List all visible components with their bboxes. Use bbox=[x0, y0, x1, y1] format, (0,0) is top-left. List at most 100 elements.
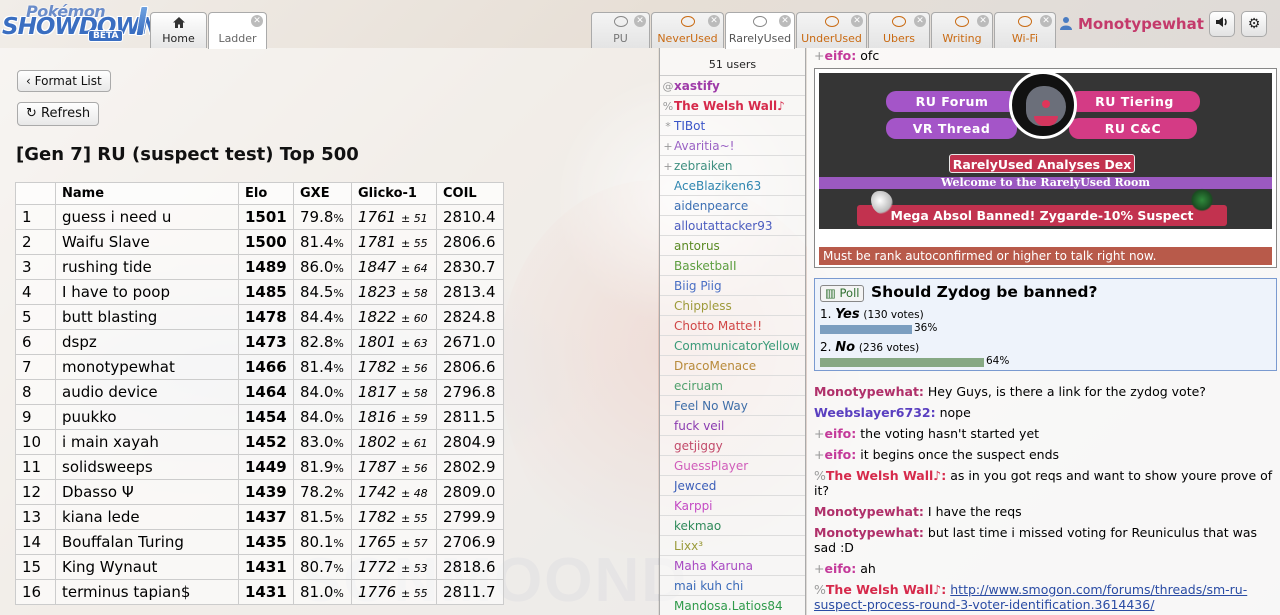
userlist-item[interactable]: %The Welsh Wall♪ bbox=[660, 96, 805, 116]
tab-ladder[interactable]: Ladder ✕ bbox=[208, 12, 267, 49]
player-name-cell[interactable]: solidsweeps bbox=[55, 454, 239, 480]
vr-thread-link[interactable]: VR Thread bbox=[886, 118, 1017, 139]
userlist-item[interactable]: @xastify bbox=[660, 76, 805, 96]
player-name-cell[interactable]: King Wynaut bbox=[55, 554, 239, 580]
chat-username[interactable]: eifo: bbox=[824, 426, 856, 441]
player-name-cell[interactable]: puukko bbox=[55, 404, 239, 430]
userlist-item[interactable]: AceBlaziken63 bbox=[660, 176, 805, 196]
userlist-item[interactable]: Jewced bbox=[660, 476, 805, 496]
userlist-item[interactable]: +zebraiken bbox=[660, 156, 805, 176]
close-icon[interactable]: ✕ bbox=[779, 15, 791, 27]
userlist-item[interactable]: CommunicatorYellow bbox=[660, 336, 805, 356]
player-name-cell[interactable]: dspz bbox=[55, 329, 239, 355]
user-menu[interactable]: Monotypewhat bbox=[1060, 12, 1204, 36]
player-name-cell[interactable]: I have to poop bbox=[55, 279, 239, 305]
player-name-cell[interactable]: terminus tapian$ bbox=[55, 579, 239, 605]
player-name-cell[interactable]: monotypewhat bbox=[55, 354, 239, 380]
column-header-gxe[interactable]: GXE bbox=[293, 182, 352, 205]
userlist-item[interactable]: eciruam bbox=[660, 376, 805, 396]
rank-cell: 5 bbox=[15, 304, 56, 330]
format-list-button[interactable]: ‹ Format List bbox=[17, 70, 111, 92]
userlist-item[interactable]: BasketbaII bbox=[660, 256, 805, 276]
userlist-item[interactable]: kekmao bbox=[660, 516, 805, 536]
ru-forum-link[interactable]: RU Forum bbox=[886, 91, 1018, 112]
ban-announcement[interactable]: Mega Absol Banned! Zygarde-10% Suspect bbox=[857, 205, 1227, 226]
room-banner: RU Forum RU Tiering VR Thread RU C&C Rar… bbox=[814, 68, 1277, 268]
chat-text: the voting hasn't started yet bbox=[860, 426, 1040, 441]
ru-cc-link[interactable]: RU C&C bbox=[1069, 118, 1197, 139]
player-name-cell[interactable]: Dbasso Ψ bbox=[55, 479, 239, 505]
userlist-item[interactable]: +Avaritia~! bbox=[660, 136, 805, 156]
userlist-item[interactable]: GuessPlayer bbox=[660, 456, 805, 476]
column-header-elo[interactable]: Elo bbox=[238, 182, 294, 205]
player-name-cell[interactable]: audio device bbox=[55, 379, 239, 405]
chat-username[interactable]: The Welsh Wall♪: bbox=[826, 468, 946, 483]
coil-cell: 2671.0 bbox=[436, 329, 504, 355]
tab-ubers[interactable]: Ubers ✕ bbox=[868, 12, 930, 48]
userlist-item[interactable]: Biig Piig bbox=[660, 276, 805, 296]
userlist-item[interactable]: fuck veil bbox=[660, 416, 805, 436]
tab-wifi[interactable]: Wi-Fi ✕ bbox=[994, 12, 1056, 48]
coil-cell: 2706.9 bbox=[436, 529, 504, 555]
userlist-item[interactable]: DracoMenace bbox=[660, 356, 805, 376]
close-icon[interactable]: ✕ bbox=[977, 15, 989, 27]
elo-cell: 1431 bbox=[238, 579, 294, 605]
rank-cell: 15 bbox=[15, 554, 56, 580]
coil-cell: 2810.4 bbox=[436, 204, 504, 230]
chat-username[interactable]: Weebslayer6732: bbox=[814, 405, 936, 420]
chat-username[interactable]: eifo: bbox=[824, 447, 856, 462]
userlist-item[interactable]: Lixx³ bbox=[660, 536, 805, 556]
column-header-name[interactable]: Name bbox=[55, 182, 239, 205]
settings-button[interactable]: ⚙ bbox=[1241, 11, 1267, 37]
player-name-cell[interactable]: Waifu Slave bbox=[55, 229, 239, 255]
close-icon[interactable]: ✕ bbox=[1040, 15, 1052, 27]
userlist-item[interactable]: alloutattacker93 bbox=[660, 216, 805, 236]
column-header-glicko[interactable]: Glicko-1 bbox=[351, 182, 437, 205]
player-name-cell[interactable]: Bouffalan Turing bbox=[55, 529, 239, 555]
player-name-cell[interactable]: rushing tide bbox=[55, 254, 239, 280]
userlist-item[interactable]: getjiggy bbox=[660, 436, 805, 456]
userlist-item[interactable]: Chippless bbox=[660, 296, 805, 316]
close-icon[interactable]: ✕ bbox=[708, 15, 720, 27]
chat-username[interactable]: Monotypewhat: bbox=[814, 504, 924, 519]
close-icon[interactable]: ✕ bbox=[634, 15, 646, 27]
close-icon[interactable]: ✕ bbox=[251, 15, 263, 27]
chat-username[interactable]: Monotypewhat: bbox=[814, 384, 924, 399]
userlist-item[interactable]: antorus bbox=[660, 236, 805, 256]
refresh-icon: ↻ bbox=[26, 106, 42, 121]
showdown-logo[interactable]: Pokémon SHOWDOWN BETA bbox=[2, 2, 159, 44]
column-header-coil[interactable]: COIL bbox=[436, 182, 504, 205]
userlist-item[interactable]: Feel No Way bbox=[660, 396, 805, 416]
userlist-item[interactable]: mai kuh chi bbox=[660, 576, 805, 596]
player-name-cell[interactable]: kiana lede bbox=[55, 504, 239, 530]
tab-rarelyused[interactable]: RarelyUsed ✕ bbox=[725, 12, 795, 49]
userlist-item[interactable]: * TIBot bbox=[660, 116, 805, 136]
userlist-item[interactable]: aidenpearce bbox=[660, 196, 805, 216]
userlist-item[interactable]: Karppi bbox=[660, 496, 805, 516]
tab-writing[interactable]: Writing ✕ bbox=[931, 12, 993, 48]
sound-button[interactable] bbox=[1209, 11, 1235, 37]
poll-option-yes[interactable]: 1. Yes (130 votes) bbox=[820, 307, 924, 322]
chat-bubble-icon bbox=[955, 16, 969, 27]
chat-username[interactable]: The Welsh Wall♪: bbox=[826, 582, 946, 597]
tab-neverused[interactable]: NeverUsed ✕ bbox=[651, 12, 724, 48]
ru-tiering-link[interactable]: RU Tiering bbox=[1069, 91, 1200, 112]
tab-pu[interactable]: PU ✕ bbox=[591, 12, 650, 48]
close-icon[interactable]: ✕ bbox=[851, 15, 863, 27]
chat-username[interactable]: eifo: bbox=[824, 48, 856, 63]
player-name-cell[interactable]: guess i need u bbox=[55, 204, 239, 230]
userlist-item[interactable]: Maha Karuna bbox=[660, 556, 805, 576]
poll-option-no[interactable]: 2. No (236 votes) bbox=[820, 340, 919, 355]
tab-home[interactable]: Home bbox=[150, 12, 207, 48]
userlist-item[interactable]: Chotto Matte!! bbox=[660, 316, 805, 336]
analyses-dex-link[interactable]: RarelyUsed Analyses Dex bbox=[949, 154, 1135, 173]
userlist-item[interactable]: Mandosa.Latios84 bbox=[660, 596, 805, 615]
player-name-cell[interactable]: butt blasting bbox=[55, 304, 239, 330]
chat-username[interactable]: eifo: bbox=[824, 561, 856, 576]
player-name-cell[interactable]: i main xayah bbox=[55, 429, 239, 455]
chat-username[interactable]: Monotypewhat: bbox=[814, 525, 924, 540]
tab-underused[interactable]: UnderUsed ✕ bbox=[796, 12, 867, 48]
refresh-button[interactable]: ↻ Refresh bbox=[17, 102, 100, 126]
rank-cell: 14 bbox=[15, 529, 56, 555]
close-icon[interactable]: ✕ bbox=[914, 15, 926, 27]
